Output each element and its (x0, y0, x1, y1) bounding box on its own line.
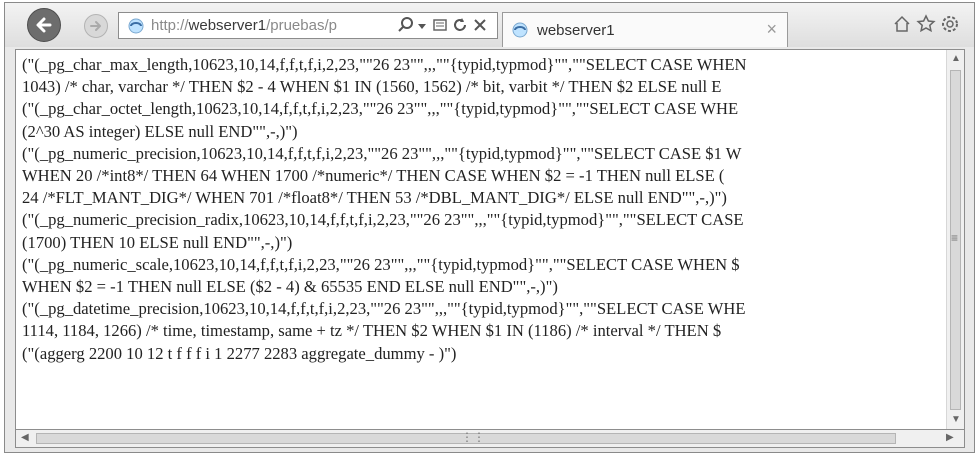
back-arrow-icon (36, 17, 52, 33)
text-line: 24 /*FLT_MANT_DIG*/ WHEN 701 /*float8*/ … (22, 188, 727, 208)
text-line: 1114, 1184, 1266) /* time, timestamp, sa… (22, 321, 722, 341)
ie-page-icon (127, 17, 145, 35)
grip-icon: ⋮⋮ (461, 430, 485, 444)
text-line: WHEN $2 = -1 THEN null ELSE ($2 - 4) & 6… (22, 277, 558, 297)
refresh-icon[interactable] (452, 17, 468, 33)
back-button[interactable] (27, 8, 61, 42)
tab-close-icon[interactable]: × (766, 19, 777, 40)
text-line: (2^30 AS integer) ELSE null END"",-,)") (22, 121, 298, 141)
vertical-scrollbar[interactable]: ▲ ≡ ▼ (946, 50, 964, 429)
ie-page-icon (511, 21, 529, 39)
horizontal-scroll-thumb[interactable]: ⋮⋮ (36, 430, 896, 444)
text-line: ("(_pg_numeric_precision_radix,10623,10,… (22, 210, 744, 230)
scroll-right-icon[interactable]: ▶ (946, 432, 954, 443)
text-line: ("(_pg_numeric_precision,10623,10,14,f,f… (22, 143, 742, 163)
scroll-down-icon[interactable]: ▼ (951, 414, 961, 425)
text-line: ("(_pg_char_max_length,10623,10,14,f,f,t… (22, 55, 747, 74)
text-line: ("(aggerg 2200 10 12 t f f f i 1 2277 22… (22, 343, 457, 363)
document-text: ("(_pg_char_max_length,10623,10,14,f,f,t… (22, 54, 942, 365)
tab-webserver1[interactable]: webserver1 × (502, 12, 788, 47)
grip-icon: ≡ (951, 231, 959, 245)
home-icon[interactable] (892, 14, 912, 34)
text-line: ("(_pg_datetime_precision,10623,10,14,f,… (22, 299, 746, 319)
search-icon[interactable] (397, 16, 415, 34)
scroll-up-icon[interactable]: ▲ (951, 53, 961, 64)
page-content[interactable]: ("(_pg_char_max_length,10623,10,14,f,f,t… (15, 49, 965, 430)
address-bar[interactable]: http://webserver1/pruebas/p (118, 12, 498, 39)
text-line: (1700) THEN 10 ELSE null END"",-,)") (22, 232, 293, 252)
favorites-star-icon[interactable] (916, 14, 936, 34)
browser-toolbar: http://webserver1/pruebas/p webserver1 × (5, 3, 974, 47)
scroll-left-icon[interactable]: ◀ (21, 432, 29, 443)
vertical-scroll-thumb[interactable]: ≡ (950, 70, 961, 410)
tab-title: webserver1 (537, 22, 615, 39)
forward-arrow-icon (90, 21, 101, 31)
dropdown-arrow-icon[interactable] (417, 21, 427, 31)
text-line: ("(_pg_char_octet_length,10623,10,14,f,f… (22, 99, 739, 119)
compatibility-view-icon[interactable] (432, 17, 448, 33)
stop-icon[interactable] (472, 17, 488, 33)
horizontal-scrollbar[interactable]: ◀ ⋮⋮ ▶ (15, 430, 965, 448)
tools-gear-icon[interactable] (940, 14, 960, 34)
browser-window: http://webserver1/pruebas/p webserver1 ×… (4, 2, 975, 453)
text-line: 1043) /* char, varchar */ THEN $2 - 4 WH… (22, 77, 722, 97)
url-text: http://webserver1/pruebas/p (151, 17, 337, 34)
text-line: WHEN 20 /*int8*/ THEN 64 WHEN 1700 /*num… (22, 166, 725, 186)
forward-button[interactable] (84, 14, 108, 38)
text-line: ("(_pg_numeric_scale,10623,10,14,f,f,t,f… (22, 254, 740, 274)
